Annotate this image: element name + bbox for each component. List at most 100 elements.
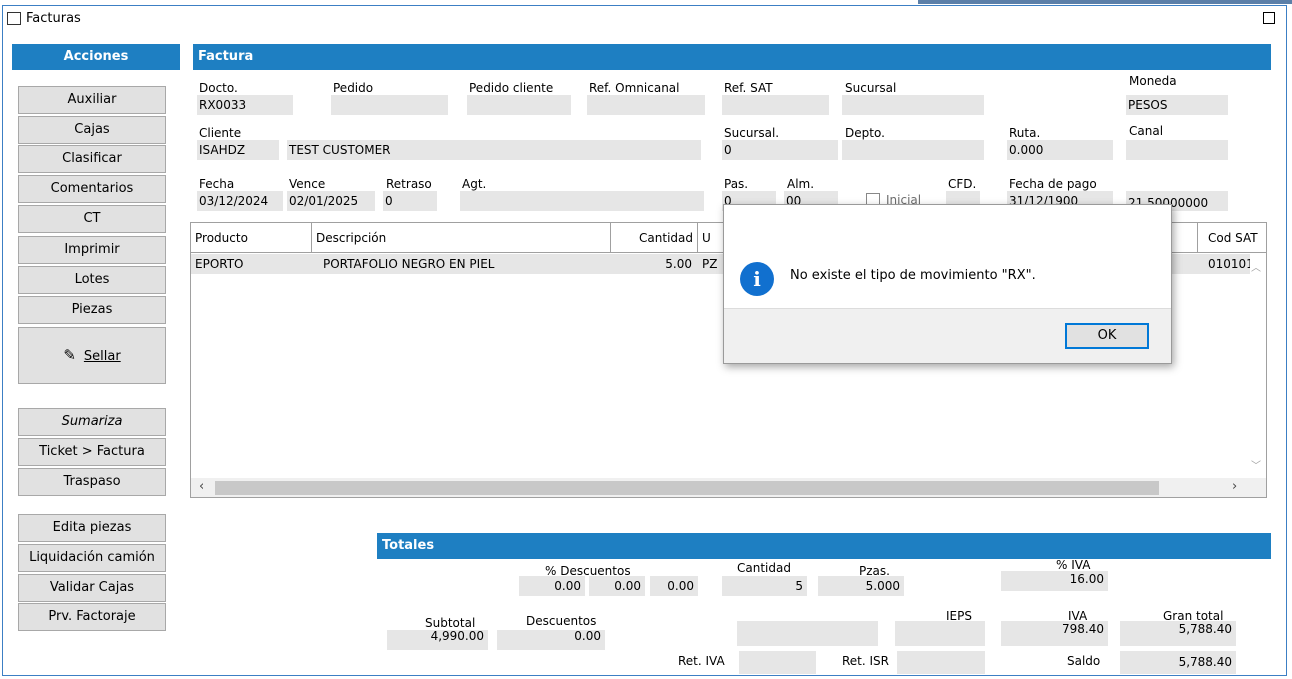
- cell-descripcion[interactable]: PORTAFOLIO NEGRO EN PIEL: [312, 254, 611, 274]
- descuento-pct-3-field[interactable]: 0.00: [650, 576, 698, 596]
- ruta-label: Ruta.: [1009, 126, 1041, 140]
- vence-label: Vence: [289, 177, 326, 191]
- totales-header: Totales: [377, 533, 1271, 559]
- traspaso-button[interactable]: Traspaso: [18, 468, 166, 496]
- window-title: Facturas: [26, 11, 81, 26]
- fecha-label: Fecha: [199, 177, 235, 191]
- validar-cajas-button[interactable]: Validar Cajas: [18, 574, 166, 602]
- subtotal-field[interactable]: 4,990.00: [387, 630, 488, 650]
- canal-label: Canal: [1129, 124, 1164, 138]
- agt-label: Agt.: [462, 177, 487, 191]
- agt-field[interactable]: [460, 191, 704, 211]
- ieps-field[interactable]: [895, 621, 985, 646]
- cell-producto[interactable]: EPORTO: [191, 254, 312, 274]
- cajas-button[interactable]: Cajas: [18, 116, 166, 144]
- cliente-label: Cliente: [199, 126, 242, 140]
- subtotal-label: Subtotal: [425, 616, 476, 630]
- docto-field[interactable]: RX0033: [197, 95, 293, 115]
- saldo-field[interactable]: 5,788.40: [1120, 651, 1236, 674]
- dialog-message: No existe el tipo de movimiento "RX".: [790, 268, 1036, 283]
- cliente-code-field[interactable]: ISAHDZ: [197, 140, 279, 160]
- lotes-button[interactable]: Lotes: [18, 266, 166, 294]
- piezas-button[interactable]: Piezas: [18, 296, 166, 324]
- pedido-field[interactable]: [331, 95, 448, 115]
- sucursal2-field[interactable]: 0: [722, 140, 838, 160]
- depto-field[interactable]: [842, 140, 984, 160]
- col-cod-sat-header[interactable]: Cod SAT: [1198, 223, 1266, 253]
- retraso-label: Retraso: [386, 177, 432, 191]
- scroll-left-icon[interactable]: ‹: [199, 479, 204, 494]
- alm-label: Alm.: [787, 177, 815, 191]
- scroll-up-icon[interactable]: ︿: [1251, 259, 1261, 274]
- acciones-header: Acciones: [12, 44, 180, 70]
- ct-button[interactable]: CT: [18, 205, 166, 233]
- sellar-label: Sellar: [83, 349, 121, 364]
- sellar-button[interactable]: ✎ Sellar: [18, 327, 166, 384]
- cantidad-field[interactable]: 5: [722, 576, 807, 596]
- cliente-name-field[interactable]: TEST CUSTOMER: [287, 140, 701, 160]
- pedido-label: Pedido: [333, 81, 374, 95]
- pas-label: Pas.: [724, 177, 749, 191]
- cell-cod-sat[interactable]: 010101: [1198, 254, 1250, 274]
- ret-iva-field[interactable]: [739, 651, 816, 674]
- vence-field[interactable]: 02/01/2025: [287, 191, 375, 211]
- ref-sat-label: Ref. SAT: [724, 81, 773, 95]
- ret-isr-label: Ret. ISR: [842, 654, 890, 668]
- moneda-label: Moneda: [1129, 74, 1177, 88]
- descuento-pct-1-field[interactable]: 0.00: [519, 576, 585, 596]
- info-icon: i: [740, 262, 774, 296]
- retraso-field[interactable]: 0: [383, 191, 437, 211]
- cantidad-label: Cantidad: [737, 561, 791, 575]
- clasificar-button[interactable]: Clasificar: [18, 145, 166, 173]
- pedido-cliente-field[interactable]: [467, 95, 571, 115]
- depto-label: Depto.: [845, 126, 885, 140]
- sumariza-button[interactable]: Sumariza: [18, 408, 166, 436]
- liquidacion-camion-button[interactable]: Liquidación camión: [18, 544, 166, 572]
- scroll-down-icon[interactable]: ﹀: [1251, 457, 1261, 472]
- cell-cantidad[interactable]: 5.00: [611, 254, 698, 274]
- pedido-cliente-label: Pedido cliente: [469, 81, 554, 95]
- ref-omnicanal-label: Ref. Omnicanal: [589, 81, 680, 95]
- horizontal-scrollbar[interactable]: ‹ ›: [191, 478, 1266, 497]
- ret-iva-label: Ret. IVA: [678, 654, 725, 668]
- descuentos-label: Descuentos: [526, 614, 597, 628]
- imprimir-button[interactable]: Imprimir: [18, 236, 166, 264]
- col-cantidad-header[interactable]: Cantidad: [611, 223, 698, 253]
- iva-pct-field[interactable]: 16.00: [1001, 571, 1108, 591]
- taskbar-strip: [918, 0, 1292, 4]
- sucursal2-label: Sucursal.: [724, 126, 780, 140]
- dialog-footer: OK: [724, 308, 1171, 363]
- gran-total-field[interactable]: 5,788.40: [1120, 621, 1236, 646]
- edita-piezas-button[interactable]: Edita piezas: [18, 514, 166, 542]
- canal-field[interactable]: [1126, 140, 1228, 160]
- pzas-field[interactable]: 5.000: [818, 576, 904, 596]
- ref-sat-field[interactable]: [722, 95, 829, 115]
- cfd-label: CFD.: [948, 177, 977, 191]
- iva-field[interactable]: 798.40: [1001, 621, 1108, 646]
- col-producto-header[interactable]: Producto: [191, 223, 312, 253]
- sucursal-label: Sucursal: [845, 81, 897, 95]
- sucursal-field[interactable]: [842, 95, 984, 115]
- ok-button[interactable]: OK: [1065, 323, 1149, 349]
- scrollbar-thumb[interactable]: [215, 481, 1159, 495]
- factura-header: Factura: [193, 44, 1271, 70]
- descuentos-field[interactable]: 0.00: [497, 630, 605, 650]
- docto-label: Docto.: [199, 81, 238, 95]
- scroll-right-icon[interactable]: ›: [1232, 479, 1237, 494]
- ruta-field[interactable]: 0.000: [1007, 140, 1113, 160]
- ticket-factura-button[interactable]: Ticket > Factura: [18, 438, 166, 466]
- auxiliar-button[interactable]: Auxiliar: [18, 86, 166, 114]
- ret-isr-field[interactable]: [897, 651, 985, 674]
- comentarios-button[interactable]: Comentarios: [18, 175, 166, 203]
- prv-factoraje-button[interactable]: Prv. Factoraje: [18, 603, 166, 631]
- ref-omnicanal-field[interactable]: [587, 95, 705, 115]
- moneda-field[interactable]: PESOS: [1126, 95, 1228, 115]
- col-descripcion-header[interactable]: Descripción: [312, 223, 611, 253]
- saldo-label: Saldo: [1067, 654, 1101, 668]
- ieps-blank-field[interactable]: [737, 621, 878, 646]
- fecha-pago-label: Fecha de pago: [1009, 177, 1097, 191]
- iva-pct-label: % IVA: [1056, 558, 1091, 572]
- fecha-field[interactable]: 03/12/2024: [197, 191, 283, 211]
- descuento-pct-2-field[interactable]: 0.00: [589, 576, 645, 596]
- seal-icon: ✎: [63, 346, 76, 364]
